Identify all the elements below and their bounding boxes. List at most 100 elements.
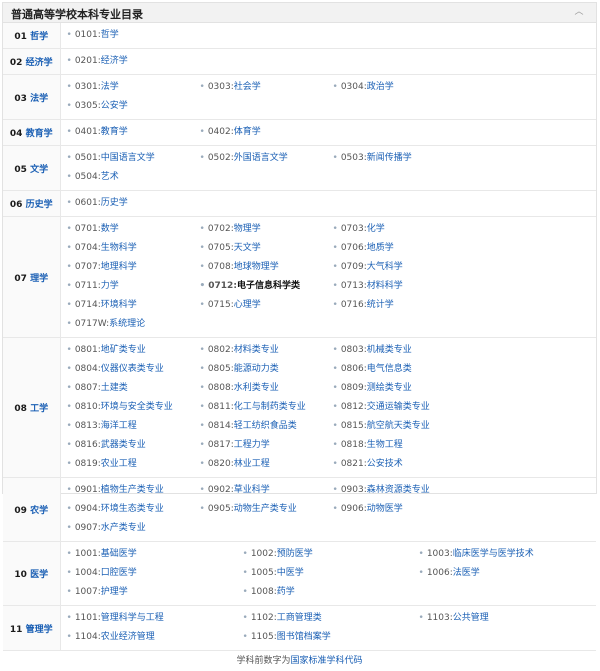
major-link[interactable]: • 0503:新闻传播学 [333, 149, 466, 168]
discipline-label[interactable]: 06 历史学 [3, 190, 61, 217]
major-link[interactable]: • 1105:图书馆档案学 [243, 628, 419, 647]
major-link[interactable]: • 0807:土建类 [67, 379, 200, 398]
major-link[interactable]: • 1002:预防医学 [243, 545, 419, 564]
major-link[interactable]: • 0711:力学 [67, 277, 200, 296]
major-link[interactable]: • 0903:森林资源类专业 [333, 481, 466, 500]
major-link[interactable]: • 1008:药学 [243, 583, 419, 602]
major-link[interactable]: • 0101:哲学 [67, 26, 200, 45]
major-link[interactable]: • 0808:水利类专业 [200, 379, 333, 398]
major-link[interactable]: • 0701:数学 [67, 220, 200, 239]
major-link[interactable]: • 0811:化工与制药类专业 [200, 398, 333, 417]
major-link[interactable]: • 0707:地理科学 [67, 258, 200, 277]
major-link[interactable]: • 1101:管理科学与工程 [67, 609, 243, 628]
discipline-label[interactable]: 08 工学 [3, 337, 61, 478]
major-link[interactable]: • 0201:经济学 [67, 52, 200, 71]
discipline-label[interactable]: 07 理学 [3, 216, 61, 338]
discipline-name[interactable]: 医学 [30, 570, 48, 580]
major-link[interactable]: • 0813:海洋工程 [67, 417, 200, 436]
major-link[interactable]: • 0802:材料类专业 [200, 341, 333, 360]
major-link[interactable]: • 1004:口腔医学 [67, 564, 243, 583]
major-link[interactable]: • 0906:动物医学 [333, 500, 466, 519]
major-link[interactable]: • 0805:能源动力类 [200, 360, 333, 379]
major-link[interactable]: • 1005:中医学 [243, 564, 419, 583]
major-link[interactable]: • 0305:公安学 [67, 97, 200, 116]
major-link[interactable]: • 1104:农业经济管理 [67, 628, 243, 647]
chevron-up-icon[interactable]: ︿ [574, 7, 584, 17]
major-link[interactable]: • 0501:中国语言文学 [67, 149, 200, 168]
majors-cell: • 0601:历史学 [60, 190, 596, 217]
major-link[interactable]: • 0818:生物工程 [333, 436, 466, 455]
discipline-label[interactable]: 10 医学 [3, 541, 61, 606]
discipline-name[interactable]: 教育学 [26, 129, 53, 139]
major-link[interactable]: • 0806:电气信息类 [333, 360, 466, 379]
major-link[interactable]: • 0401:教育学 [67, 123, 200, 142]
discipline-name[interactable]: 经济学 [26, 58, 53, 68]
discipline-name[interactable]: 历史学 [26, 200, 53, 210]
major-link[interactable]: • 0905:动物生产类专业 [200, 500, 333, 519]
major-link[interactable]: • 0717W:系统理论 [67, 315, 200, 334]
major-code: 0713 [340, 281, 364, 291]
major-link[interactable]: • 0820:林业工程 [200, 455, 333, 474]
major-link[interactable]: • 0812:交通运输类专业 [333, 398, 466, 417]
discipline-label[interactable]: 11 管理学 [3, 605, 61, 651]
major-link[interactable]: • 0804:仪器仪表类专业 [67, 360, 200, 379]
major-link[interactable]: • 0809:测绘类专业 [333, 379, 466, 398]
major-link[interactable]: • 0703:化学 [333, 220, 466, 239]
discipline-name[interactable]: 农学 [30, 506, 48, 516]
major-link[interactable]: • 0814:轻工纺织食品类 [200, 417, 333, 436]
major-link[interactable]: • 1001:基础医学 [67, 545, 243, 564]
major-link[interactable]: • 0902:草业科学 [200, 481, 333, 500]
major-link[interactable]: • 0601:历史学 [67, 194, 200, 213]
major-link[interactable]: • 1006:法医学 [419, 564, 595, 583]
discipline-label[interactable]: 02 经济学 [3, 48, 61, 75]
discipline-name[interactable]: 管理学 [26, 625, 53, 635]
major-link[interactable]: • 0402:体育学 [200, 123, 333, 142]
discipline-name[interactable]: 理学 [30, 274, 48, 284]
discipline-label[interactable]: 09 农学 [3, 477, 61, 542]
major-link[interactable]: • 0715:心理学 [200, 296, 333, 315]
major-link[interactable]: • 0819:农业工程 [67, 455, 200, 474]
major-link[interactable]: • 0901:植物生产类专业 [67, 481, 200, 500]
major-link[interactable]: • 0709:大气科学 [333, 258, 466, 277]
major-link[interactable]: • 0713:材料科学 [333, 277, 466, 296]
major-link[interactable]: • 0816:武器类专业 [67, 436, 200, 455]
major-link[interactable]: • 0706:地质学 [333, 239, 466, 258]
major-link[interactable]: • 0803:机械类专业 [333, 341, 466, 360]
major-link[interactable]: • 1103:公共管理 [419, 609, 595, 628]
major-name: 农业工程 [100, 459, 137, 469]
major-link[interactable]: • 1007:护理学 [67, 583, 243, 602]
major-link[interactable]: • 0815:航空航天类专业 [333, 417, 466, 436]
major-code: 1105 [250, 632, 274, 642]
major-link[interactable]: • 0303:社会学 [200, 78, 333, 97]
discipline-label[interactable]: 03 法学 [3, 74, 61, 120]
major-name: 体育学 [233, 127, 261, 137]
discipline-name[interactable]: 文学 [30, 165, 48, 175]
major-link[interactable]: • 0705:天文学 [200, 239, 333, 258]
discipline-label[interactable]: 05 文学 [3, 145, 61, 191]
major-link[interactable]: • 0504:艺术 [67, 168, 200, 187]
major-link[interactable]: • 0821:公安技术 [333, 455, 466, 474]
major-link[interactable]: • 0907:水产类专业 [67, 519, 200, 538]
major-link[interactable]: • 0702:物理学 [200, 220, 333, 239]
major-link[interactable]: • 1003:临床医学与医学技术 [419, 545, 595, 564]
major-link[interactable]: • 0801:地矿类专业 [67, 341, 200, 360]
major-link[interactable]: • 0304:政治学 [333, 78, 466, 97]
discipline-name[interactable]: 哲学 [30, 32, 48, 42]
discipline-label[interactable]: 01 哲学 [3, 23, 61, 49]
major-link[interactable]: • 0716:统计学 [333, 296, 466, 315]
major-link[interactable]: • 0714:环境科学 [67, 296, 200, 315]
major-link[interactable]: • 0502:外国语言文学 [200, 149, 333, 168]
major-link[interactable]: • 0712:电子信息科学类 [200, 277, 333, 296]
major-link[interactable]: • 0301:法学 [67, 78, 200, 97]
major-link[interactable]: • 0817:工程力学 [200, 436, 333, 455]
majors-cell: • 0201:经济学 [60, 48, 596, 75]
discipline-name[interactable]: 工学 [30, 404, 48, 414]
major-link[interactable]: • 0708:地球物理学 [200, 258, 333, 277]
major-link[interactable]: • 0704:生物科学 [67, 239, 200, 258]
major-link[interactable]: • 1102:工商管理类 [243, 609, 419, 628]
discipline-name[interactable]: 法学 [30, 94, 48, 104]
major-link[interactable]: • 0904:环境生态类专业 [67, 500, 200, 519]
major-link[interactable]: • 0810:环境与安全类专业 [67, 398, 200, 417]
discipline-label[interactable]: 04 教育学 [3, 119, 61, 146]
standard-code-link[interactable]: 国家标准学科代码 [291, 656, 363, 666]
